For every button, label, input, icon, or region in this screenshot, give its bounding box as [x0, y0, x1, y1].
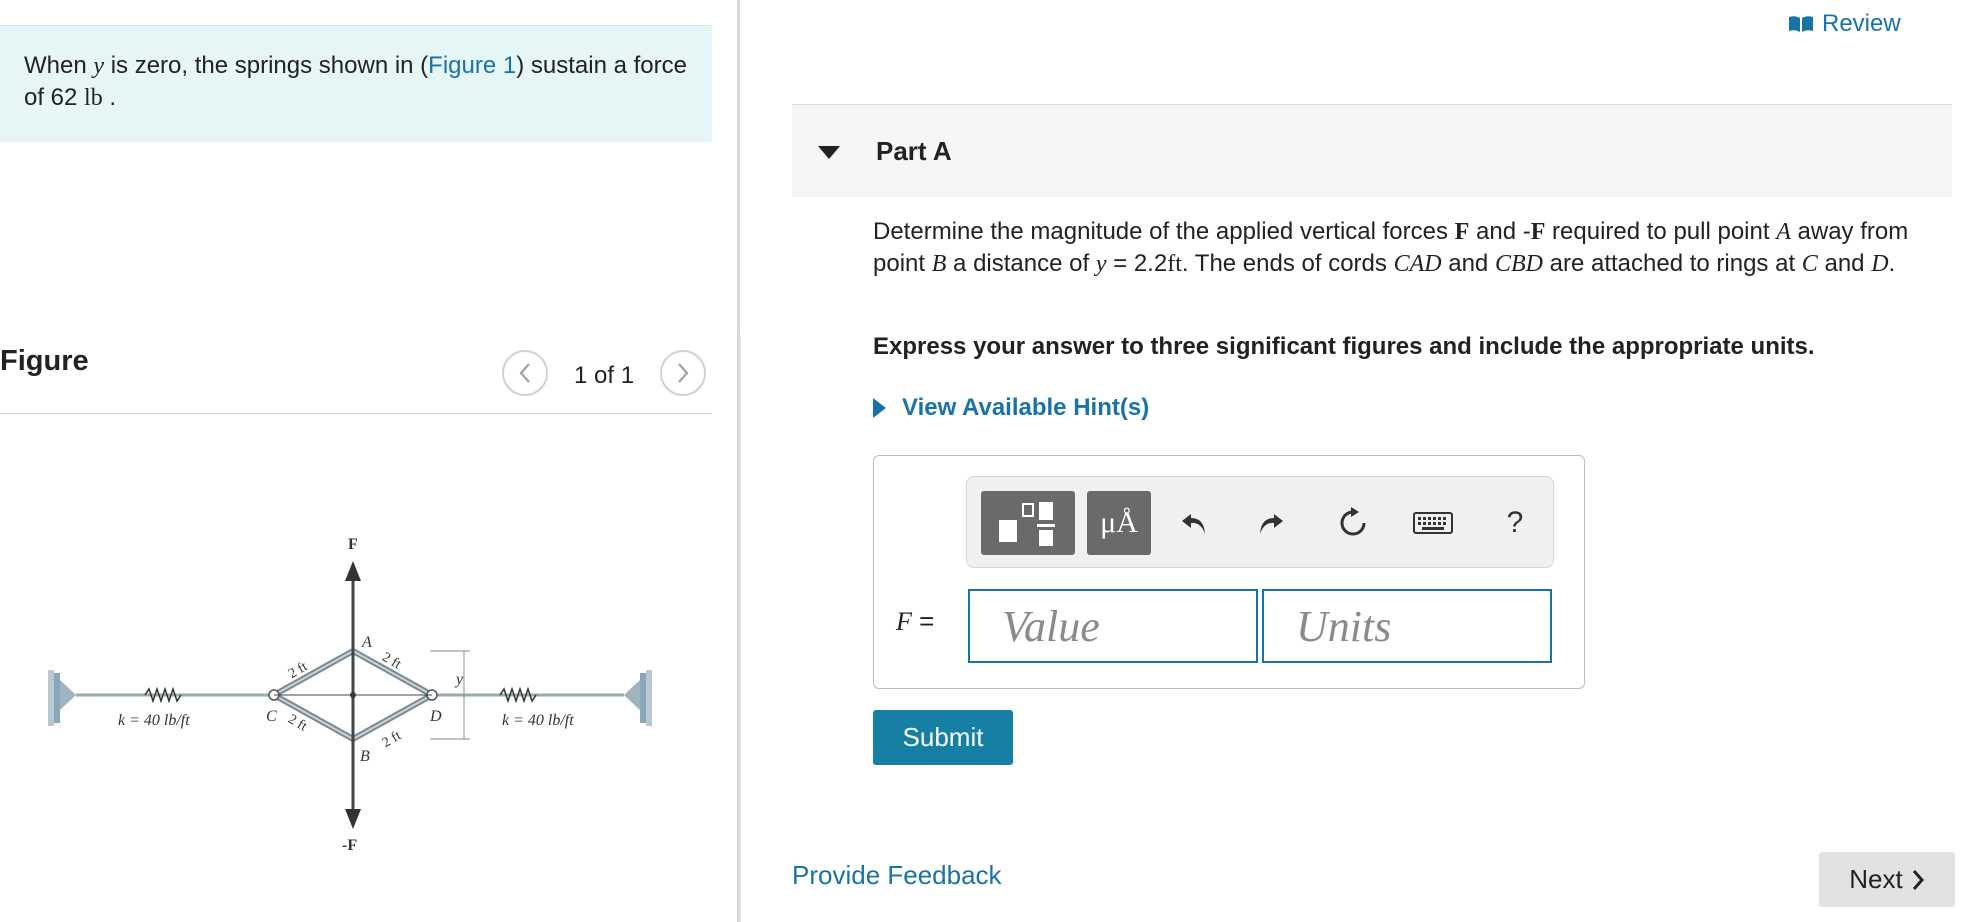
- help-button[interactable]: ?: [1493, 501, 1537, 545]
- next-figure-button[interactable]: [660, 350, 706, 396]
- reset-icon[interactable]: [1331, 501, 1375, 545]
- force-down-arrow: [345, 809, 361, 829]
- problem-var-y: y: [93, 53, 105, 79]
- problem-text: .: [102, 84, 117, 111]
- label-k-right: k = 40 lb/ft: [502, 712, 574, 729]
- question-fragment: and -: [1469, 218, 1531, 245]
- figure-pane: When y is zero, the springs shown in (Fi…: [0, 0, 738, 922]
- question-var: CBD: [1494, 251, 1543, 277]
- figure-title: Figure: [0, 345, 89, 377]
- templates-button[interactable]: [981, 491, 1075, 555]
- expand-triangle-icon: [873, 398, 886, 418]
- question-fragment: required to pull point: [1545, 218, 1777, 245]
- review-label: Review: [1822, 10, 1901, 37]
- pane-divider-shadow: [740, 335, 741, 922]
- left-wall: [48, 670, 76, 726]
- answer-variable-label: F =: [896, 606, 934, 637]
- question-var: B: [931, 251, 947, 277]
- figure-link[interactable]: Figure 1: [428, 52, 516, 79]
- label-F-top: F: [348, 536, 358, 553]
- question-fragment: .: [1888, 250, 1896, 277]
- previous-figure-button[interactable]: [502, 350, 548, 396]
- keyboard-icon[interactable]: [1411, 501, 1455, 545]
- question-var: F: [1530, 219, 1546, 245]
- answer-equals: =: [911, 606, 935, 636]
- answer-instruction: Express your answer to three significant…: [873, 333, 1815, 360]
- math-toolbar: μÅ ?: [966, 476, 1554, 568]
- right-wall: [624, 670, 652, 726]
- question-var: CAD: [1393, 251, 1442, 277]
- part-header[interactable]: [792, 105, 1952, 197]
- chevron-left-icon: [519, 363, 530, 383]
- problem-text: is zero, the springs shown in (: [104, 52, 429, 79]
- book-icon: [1789, 16, 1813, 32]
- question-var: D: [1871, 251, 1889, 277]
- problem-text: When: [24, 52, 94, 79]
- fraction-template-icon: [999, 502, 1055, 546]
- question-var: F: [1454, 219, 1470, 245]
- right-spring: [499, 686, 537, 704]
- question-fragment: Determine the magnitude of the applied v…: [873, 218, 1455, 245]
- spring-diagram: F -F A B C D y 2 ft 2 ft 2 ft 2 ft k = 4…: [48, 536, 652, 854]
- question-fragment: are attached to rings at: [1542, 250, 1802, 277]
- chevron-right-icon: [1912, 869, 1924, 890]
- question-fragment: and: [1817, 250, 1872, 277]
- label-k-left: k = 40 lb/ft: [118, 712, 190, 729]
- label-y: y: [454, 671, 464, 688]
- question-var: C: [1801, 251, 1818, 277]
- question-var: y: [1095, 251, 1107, 277]
- undo-icon[interactable]: [1172, 501, 1216, 545]
- question-fragment: and: [1441, 250, 1495, 277]
- question-fragment: a distance of: [946, 250, 1096, 277]
- question-fragment: = 2.2: [1106, 250, 1168, 277]
- units-button[interactable]: μÅ: [1087, 491, 1151, 555]
- question-fragment: . The ends of cords: [1181, 250, 1394, 277]
- label-C: C: [266, 708, 277, 725]
- provide-feedback-link[interactable]: Provide Feedback: [792, 860, 1002, 891]
- label-F-bottom: -F: [342, 837, 357, 854]
- label-A: A: [361, 634, 372, 651]
- force-up-arrow: [345, 561, 361, 581]
- label-2ft-bd: 2 ft: [380, 728, 404, 751]
- question-text: Determine the magnitude of the applied v…: [873, 216, 1953, 280]
- figure-counter: 1 of 1: [574, 362, 635, 389]
- question-var: A: [1776, 219, 1791, 245]
- problem-statement: When y is zero, the springs shown in (Fi…: [0, 25, 712, 142]
- left-spring: [144, 686, 182, 704]
- next-button[interactable]: Next: [1819, 852, 1955, 907]
- label-B: B: [360, 748, 370, 765]
- problem-unit: lb: [84, 85, 103, 111]
- redo-icon[interactable]: [1249, 501, 1293, 545]
- label-D: D: [429, 708, 442, 725]
- review-link[interactable]: Review: [1788, 10, 1901, 38]
- chevron-right-icon: [678, 363, 689, 383]
- collapse-caret-icon[interactable]: [818, 146, 840, 159]
- units-input[interactable]: [1262, 589, 1552, 663]
- value-input[interactable]: [968, 589, 1258, 663]
- view-hints-link[interactable]: View Available Hint(s): [873, 394, 1149, 422]
- question-unit: ft: [1167, 251, 1182, 277]
- hints-label: View Available Hint(s): [902, 394, 1150, 421]
- next-label: Next: [1849, 864, 1903, 894]
- part-title: Part A: [876, 136, 952, 166]
- answer-variable: F: [896, 607, 912, 636]
- submit-button[interactable]: Submit: [873, 710, 1013, 765]
